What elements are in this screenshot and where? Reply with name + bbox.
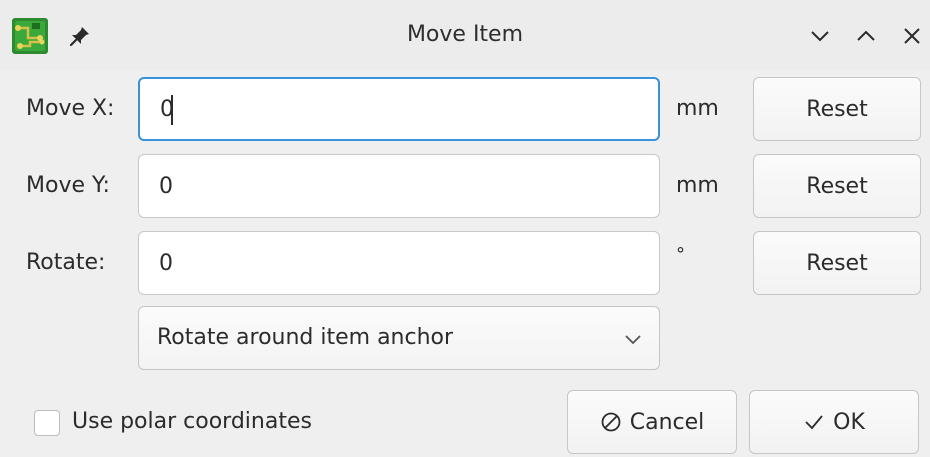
move-x-field[interactable] xyxy=(138,77,660,141)
rotate-field[interactable] xyxy=(138,231,660,295)
move-y-unit: mm xyxy=(676,173,719,198)
rotation-anchor-selected: Rotate around item anchor xyxy=(157,325,454,350)
reset-button-label: Reset xyxy=(806,173,868,199)
move-item-dialog: Move Item Move X: mm Reset Move Y: mm xyxy=(0,0,930,457)
move-x-input[interactable] xyxy=(140,79,658,139)
cancel-icon xyxy=(600,411,622,433)
move-x-label: Move X: xyxy=(26,96,115,121)
reset-button-label: Reset xyxy=(806,96,868,122)
move-x-unit: mm xyxy=(676,96,719,121)
polar-coordinates-checkbox[interactable] xyxy=(34,410,60,436)
rotate-input[interactable] xyxy=(139,232,659,294)
close-icon[interactable] xyxy=(900,24,924,48)
move-x-reset-button[interactable]: Reset xyxy=(753,77,921,141)
text-caret xyxy=(171,95,173,125)
cancel-button[interactable]: Cancel xyxy=(567,390,737,454)
rotate-reset-button[interactable]: Reset xyxy=(753,231,921,295)
rotation-anchor-select[interactable]: Rotate around item anchor xyxy=(138,306,660,370)
ok-button[interactable]: OK xyxy=(749,390,919,454)
rotate-unit: ° xyxy=(676,244,685,265)
title-bar[interactable]: Move Item xyxy=(0,0,930,70)
move-y-field[interactable] xyxy=(138,154,660,218)
cancel-button-label: Cancel xyxy=(629,409,705,435)
rotate-label: Rotate: xyxy=(26,250,106,275)
ok-button-label: OK xyxy=(833,409,865,435)
move-y-label: Move Y: xyxy=(26,173,110,198)
move-y-reset-button[interactable]: Reset xyxy=(753,154,921,218)
reset-button-label: Reset xyxy=(806,250,868,276)
polar-coordinates-option[interactable]: Use polar coordinates xyxy=(34,408,312,436)
move-y-input[interactable] xyxy=(139,155,659,217)
chevron-up-icon[interactable] xyxy=(854,24,878,48)
window-title: Move Item xyxy=(406,22,524,47)
chevron-down-icon xyxy=(623,329,643,349)
polar-coordinates-label: Use polar coordinates xyxy=(72,408,312,434)
chevron-down-icon[interactable] xyxy=(808,24,832,48)
checkmark-icon xyxy=(803,411,825,433)
